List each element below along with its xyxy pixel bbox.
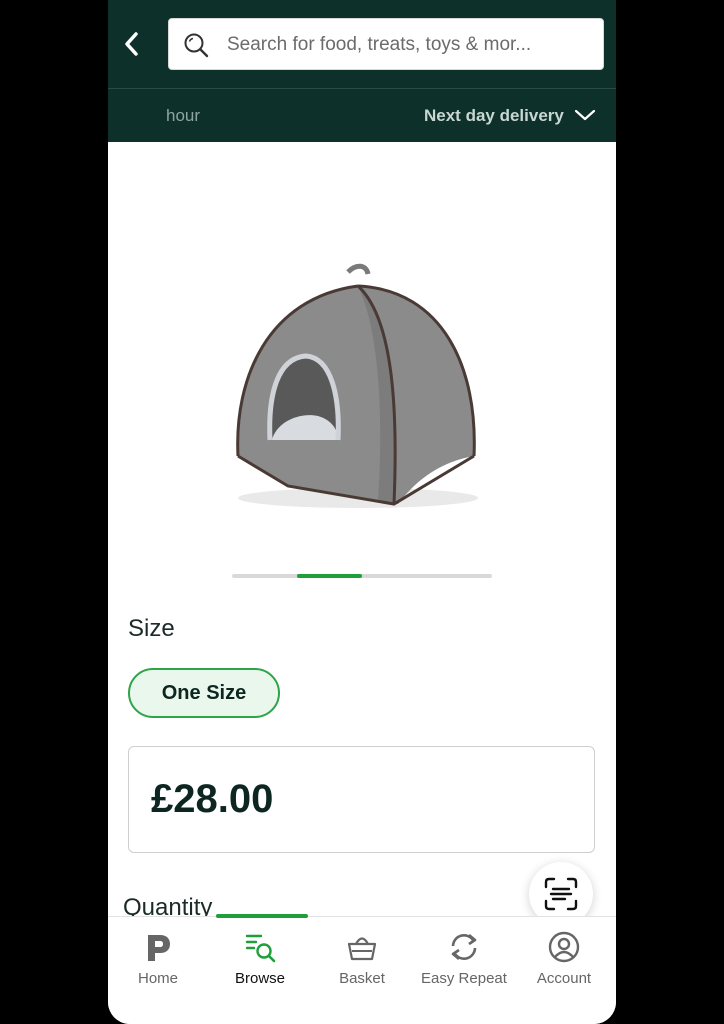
nav-label-basket: Basket [339,970,385,987]
nav-label-easy-repeat: Easy Repeat [421,970,507,987]
home-p-icon [148,935,170,961]
bottom-nav: Home Browse Basket Easy Repeat Account [108,916,616,1024]
back-button[interactable] [118,26,146,62]
chevron-left-icon [125,32,138,56]
top-bar [108,0,616,88]
nav-basket[interactable]: Basket [312,917,412,997]
nav-active-indicator [216,914,308,918]
size-option-one-size[interactable]: One Size [128,668,280,718]
delivery-option-hour[interactable]: hour [166,106,200,126]
carousel-active-segment [297,574,362,578]
delivery-option-next-day[interactable]: Next day delivery [424,106,566,126]
repeat-icon [451,934,477,960]
basket-icon [347,937,377,961]
nav-easy-repeat[interactable]: Easy Repeat [414,917,514,997]
nav-label-home: Home [137,970,178,987]
nav-home[interactable]: Home [108,917,208,997]
nav-label-account: Account [536,970,592,987]
phone-screen: hour Next day delivery Size One Size £28… [108,0,616,1024]
price-box: £28.00 [128,746,595,853]
search-icon [184,33,209,58]
nav-browse[interactable]: Browse [210,917,310,997]
scan-icon [544,877,578,911]
image-carousel-indicator[interactable] [232,574,492,578]
account-icon [548,931,580,963]
size-label: Size [128,615,175,642]
delivery-tabs: hour Next day delivery [108,88,616,142]
pet-igloo-bed-image[interactable] [228,258,488,518]
price-value: £28.00 [151,777,274,821]
nav-account[interactable]: Account [514,917,614,997]
chevron-down-icon[interactable] [574,107,596,123]
nav-label-browse: Browse [234,970,286,987]
search-input[interactable] [227,29,587,61]
browse-icon [245,934,276,963]
search-bar[interactable] [168,18,604,70]
